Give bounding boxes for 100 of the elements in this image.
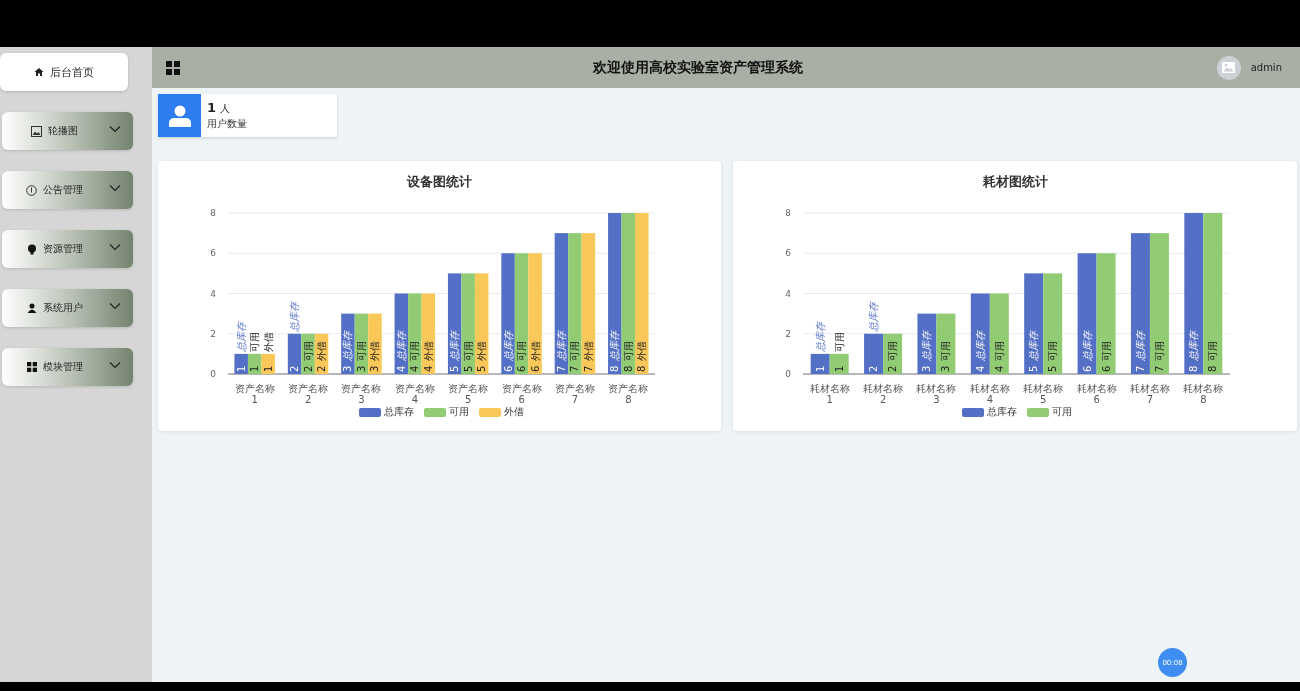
axis-tick-label: 0 [785, 369, 791, 379]
sidebar-item[interactable]: 模块管理 [2, 348, 133, 386]
bar-value-label: 6 [529, 365, 541, 372]
legend-swatch[interactable] [424, 407, 446, 417]
bar-series-label: 外借 [582, 341, 594, 361]
bar-value-label: 5 [1047, 365, 1059, 372]
bar-value-label: 5 [449, 365, 461, 372]
axis-category-label: 耗材名称5 [1022, 383, 1065, 405]
bar-value-label: 8 [1207, 365, 1219, 372]
bar-value-label: 6 [516, 365, 528, 372]
bar-value-label: 4 [993, 365, 1005, 372]
bar-series-label: 可用 [516, 341, 528, 361]
bar-series-label: 可用 [1207, 341, 1219, 361]
axis-tick-label: 8 [210, 208, 216, 218]
bar-value-label: 1 [262, 365, 274, 372]
bar-series-label: 可用 [1100, 341, 1112, 361]
bar-series-label: 外借 [476, 341, 488, 361]
bar-series-label: 总库存 [1188, 331, 1200, 361]
bar-value-label: 7 [1134, 365, 1146, 372]
bar-series-label: 总库存 [235, 321, 247, 352]
image-icon [31, 125, 42, 137]
sidebar-item[interactable]: 公告管理 [2, 171, 133, 209]
bar-series-label: 可用 [302, 341, 314, 361]
bar-value-label: 2 [316, 365, 328, 372]
bar-value-label: 4 [422, 365, 434, 372]
bar-value-label: 7 [555, 365, 567, 372]
bar-series-label: 总库存 [342, 331, 354, 361]
bar-series-label: 总库存 [868, 301, 880, 332]
bar-value-label: 8 [622, 365, 634, 372]
grid-icon [26, 362, 37, 372]
user-name[interactable]: admin [1250, 62, 1282, 73]
bar-series-label: 外借 [369, 341, 381, 361]
legend-label: 可用 [449, 405, 469, 419]
bar-value-label: 4 [395, 365, 407, 372]
axis-tick-label: 0 [210, 369, 216, 379]
bar-series-label: 可用 [249, 331, 261, 352]
axis-category-label: 资产名称1 [233, 383, 276, 405]
legend-label: 可用 [1051, 405, 1072, 419]
bar-series-label: 总库存 [555, 331, 567, 361]
bar-value-label: 5 [1028, 365, 1040, 372]
bar-series-label: 总库存 [609, 331, 621, 361]
axis-category-label: 资产名称3 [340, 383, 383, 405]
bar-series-label: 外借 [636, 341, 648, 361]
bar-value-label: 4 [409, 365, 421, 372]
bar-series-label: 可用 [569, 341, 581, 361]
bar-series-label: 可用 [355, 341, 367, 361]
axis-category-label: 资产名称7 [553, 383, 596, 405]
bar-series-label: 总库存 [289, 301, 301, 332]
stat-label: 用户数量 [207, 117, 247, 131]
bar-series-label: 可用 [833, 331, 845, 352]
user-icon [168, 104, 191, 127]
bar-series-label: 总库存 [502, 331, 514, 361]
bar-series-label: 总库存 [1134, 331, 1146, 361]
chart-title: 耗材图统计 [982, 173, 1048, 191]
bar-series-label: 总库存 [974, 331, 986, 361]
bar-series-label: 可用 [462, 341, 474, 361]
bar-series-label: 总库存 [395, 331, 407, 361]
avatar[interactable] [1216, 55, 1241, 80]
bar-value-label: 3 [940, 365, 952, 372]
stat-unit: 人 [220, 102, 231, 116]
bar-value-label: 6 [1081, 365, 1093, 372]
axis-category-label: 耗材名称1 [808, 383, 851, 405]
stat-value: 1 [207, 100, 217, 115]
bar-value-label: 6 [502, 365, 514, 372]
user-icon [26, 303, 37, 313]
header-title: 欢迎使用高校实验室资产管理系统 [592, 58, 805, 77]
axis-category-label: 资产名称8 [607, 383, 650, 405]
legend-swatch[interactable] [479, 407, 501, 417]
bar-value-label: 3 [355, 365, 367, 372]
bar-value-label: 8 [609, 365, 621, 372]
bar-value-label: 4 [974, 365, 986, 372]
bar-value-label: 7 [569, 365, 581, 372]
bar-value-label: 8 [1188, 365, 1200, 372]
legend-swatch[interactable] [961, 407, 984, 417]
bar-series-label: 可用 [1047, 341, 1059, 361]
bar-value-label: 2 [302, 365, 314, 372]
bar-series-label: 可用 [1153, 341, 1165, 361]
bar-value-label: 3 [342, 365, 354, 372]
bar-value-label: 1 [249, 365, 261, 372]
sidebar-item[interactable]: 系统用户 [2, 289, 133, 327]
axis-tick-label: 2 [210, 328, 216, 339]
legend-swatch[interactable] [359, 407, 381, 417]
axis-tick-label: 6 [210, 248, 216, 259]
grid-icon[interactable] [166, 60, 180, 75]
sidebar-item[interactable]: 轮播图 [2, 112, 133, 150]
legend-label: 总库存 [384, 405, 414, 419]
legend-label: 总库存 [986, 405, 1017, 419]
bar-value-label: 2 [887, 365, 899, 372]
bar-series-label: 外借 [316, 341, 328, 361]
sidebar-item[interactable]: 后台首页 [0, 53, 128, 91]
bar-value-label: 3 [921, 365, 933, 372]
axis-tick-label: 6 [785, 248, 791, 259]
bar-value-label: 1 [235, 365, 247, 372]
legend-swatch[interactable] [1026, 407, 1049, 417]
home-icon [34, 67, 44, 77]
axis-category-label: 耗材名称4 [968, 383, 1011, 405]
sidebar-item[interactable]: 资源管理 [2, 230, 133, 268]
axis-tick-label: 2 [785, 328, 791, 339]
bar-value-label: 3 [369, 365, 381, 372]
bar-value-label: 8 [636, 365, 648, 372]
